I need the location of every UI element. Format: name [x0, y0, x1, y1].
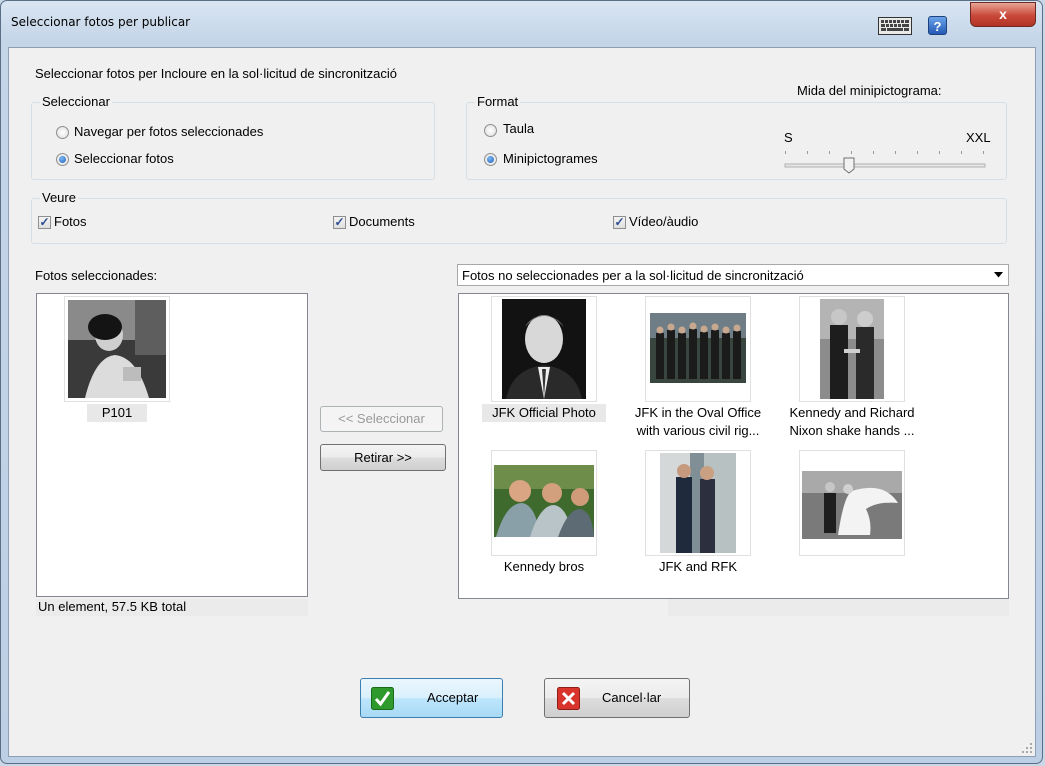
photo-filter-dropdown[interactable]: Fotos no seleccionades per a la sol·lici… [457, 264, 1009, 286]
accept-button[interactable]: Acceptar [360, 678, 503, 718]
window-title: Seleccionar fotos per publicar [11, 15, 191, 29]
thumbnail-size-label: Mida del minipictograma: [797, 83, 942, 98]
photo-thumbnail-jfk-official[interactable] [491, 296, 597, 402]
select-button[interactable]: << Seleccionar [320, 406, 443, 432]
photo-thumbnail-p101[interactable] [64, 296, 170, 402]
select-photos-radio[interactable] [56, 153, 69, 166]
photo-thumbnail-oval-office[interactable] [645, 296, 751, 402]
table-radio[interactable] [484, 124, 497, 137]
photo-thumbnail-jfk-rfk[interactable] [645, 450, 751, 556]
close-icon [557, 687, 580, 710]
photo-image [650, 313, 746, 383]
thumbnail-size-slider[interactable] [782, 146, 988, 174]
caption-line-2: Nixon shake hands ... [789, 423, 915, 438]
view-groupbox: Veure [31, 190, 1007, 244]
documents-check-label[interactable]: Documents [349, 214, 415, 229]
keyboard-icon[interactable] [878, 17, 912, 35]
photo-thumbnail-kennedy-bros[interactable] [491, 450, 597, 556]
selected-photos-label: Fotos seleccionades: [35, 268, 158, 283]
view-group-legend: Veure [40, 190, 78, 205]
close-button[interactable]: x [970, 2, 1036, 27]
unselected-photos-list[interactable]: JFK Official Photo JFK in the Oval Offic… [458, 293, 1009, 599]
photo-image [502, 299, 586, 399]
photo-caption-jfk-official[interactable]: JFK Official Photo [482, 404, 606, 422]
slider-thumb[interactable] [843, 157, 855, 174]
accept-label: Acceptar [427, 690, 479, 705]
thumbnails-label[interactable]: Minipictogrames [503, 151, 598, 166]
video-audio-checkbox[interactable]: ✓ [613, 216, 626, 229]
video-audio-check-label[interactable]: Vídeo/àudio [629, 214, 698, 229]
photos-checkbox[interactable]: ✓ [38, 216, 51, 229]
photo-thumbnail-kennedy-nixon[interactable] [799, 296, 905, 402]
browse-selected-radio[interactable] [56, 126, 69, 139]
photo-caption-kennedy-nixon[interactable]: Kennedy and Richard Nixon shake hands ..… [777, 404, 927, 440]
photo-caption-oval-office[interactable]: JFK in the Oval Office with various civi… [628, 404, 768, 440]
photo-caption-p101[interactable]: P101 [87, 404, 147, 422]
photo-image [820, 299, 884, 399]
caption-line-2: with various civil rig... [636, 423, 760, 438]
dialog-content: Seleccionar fotos per Incloure en la sol… [8, 47, 1036, 757]
thumbnails-radio[interactable] [484, 153, 497, 166]
chevron-down-icon [994, 272, 1003, 278]
photo-caption-jfk-rfk[interactable]: JFK and RFK [648, 558, 748, 576]
documents-checkbox[interactable]: ✓ [333, 216, 346, 229]
table-label[interactable]: Taula [503, 121, 534, 136]
select-group-legend: Seleccionar [40, 94, 112, 109]
browse-selected-label[interactable]: Navegar per fotos seleccionades [74, 124, 263, 139]
unselected-status [668, 599, 1009, 616]
checkmark-icon [371, 687, 394, 710]
caption-line-1: JFK in the Oval Office [634, 405, 762, 420]
remove-button[interactable]: Retirar >> [320, 444, 446, 471]
cancel-label: Cancel·lar [602, 690, 662, 705]
selected-photos-list[interactable]: P101 [36, 293, 308, 597]
caption-line-1: Kennedy and Richard [789, 405, 915, 420]
photo-image [68, 300, 166, 398]
cancel-button[interactable]: Cancel·lar [544, 678, 690, 718]
slider-max-label: XXL [966, 130, 991, 145]
select-photos-label[interactable]: Seleccionar fotos [74, 151, 174, 166]
format-group-legend: Format [475, 94, 521, 109]
select-groupbox: Seleccionar [31, 94, 435, 180]
photo-image [494, 465, 594, 537]
instruction-text: Seleccionar fotos per Incloure en la sol… [35, 66, 398, 81]
title-bar[interactable]: Seleccionar fotos per publicar ? x [1, 1, 1042, 39]
photo-thumbnail-wedding[interactable] [799, 450, 905, 556]
photo-image [660, 453, 736, 553]
dialog-window: Seleccionar fotos per publicar ? x Selec… [0, 0, 1043, 764]
photo-filter-value: Fotos no seleccionades per a la sol·lici… [462, 268, 804, 283]
close-icon: x [999, 6, 1007, 22]
selection-status: Un element, 57.5 KB total [36, 599, 308, 616]
photo-caption-kennedy-bros[interactable]: Kennedy bros [494, 558, 594, 576]
slider-min-label: S [784, 130, 793, 145]
help-icon[interactable]: ? [928, 16, 947, 35]
photos-check-label[interactable]: Fotos [54, 214, 87, 229]
photo-image [802, 471, 902, 539]
resize-grip-icon[interactable] [1021, 742, 1033, 754]
